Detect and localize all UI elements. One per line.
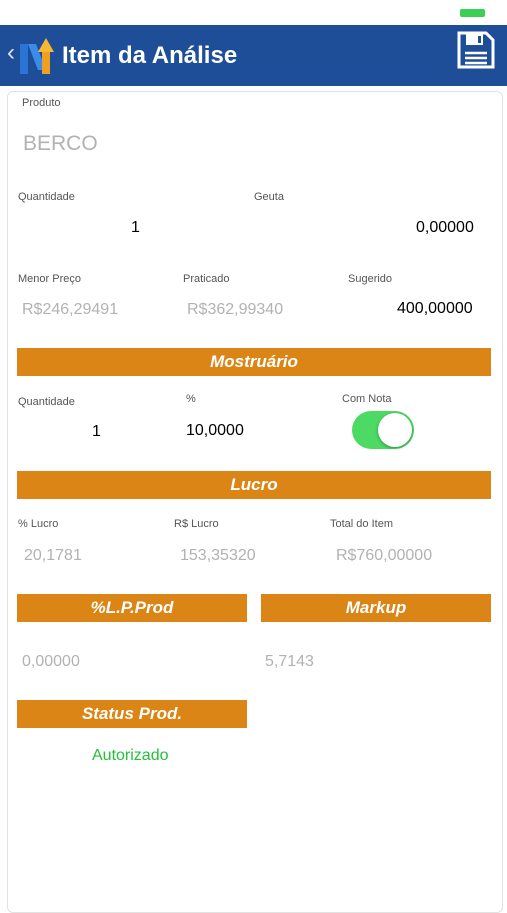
pct-lucro-label: % Lucro bbox=[18, 518, 59, 530]
sugerido-field[interactable]: 400,00000 bbox=[397, 299, 473, 319]
markup-value: 5,7143 bbox=[265, 653, 314, 670]
floppy-disk-icon[interactable] bbox=[456, 30, 496, 70]
lp-prod-value: 0,00000 bbox=[22, 653, 80, 670]
pct-lucro-value: 20,1781 bbox=[24, 547, 82, 564]
rs-lucro-label: R$ Lucro bbox=[174, 518, 219, 530]
rs-lucro-value: 153,35320 bbox=[180, 547, 256, 564]
status-header: Status Prod. bbox=[17, 700, 247, 728]
status-bar bbox=[0, 0, 507, 25]
mostruario-header: Mostruário bbox=[17, 348, 491, 376]
markup-header: Markup bbox=[261, 594, 491, 622]
praticado-value: R$362,99340 bbox=[187, 301, 284, 318]
lucro-header: Lucro bbox=[17, 471, 491, 499]
total-item-label: Total do Item bbox=[330, 518, 393, 530]
mostruario-quantidade-field[interactable]: 1 bbox=[92, 422, 101, 442]
percent-field[interactable]: 10,0000 bbox=[186, 421, 244, 441]
menor-preco-label: Menor Preço bbox=[18, 273, 81, 285]
lp-prod-header: %L.P.Prod bbox=[17, 594, 247, 622]
nav-bar: ‹ Item da Análise bbox=[0, 25, 507, 86]
quantidade-label: Quantidade bbox=[18, 191, 75, 203]
produto-field[interactable]: BERCO bbox=[23, 131, 98, 157]
com-nota-label: Com Nota bbox=[342, 393, 392, 405]
com-nota-toggle[interactable] bbox=[352, 411, 414, 449]
toggle-knob bbox=[378, 413, 412, 447]
quantidade-field[interactable]: 1 bbox=[131, 218, 140, 238]
praticado-label: Praticado bbox=[183, 273, 230, 285]
app-logo-icon bbox=[20, 38, 54, 74]
page-title: Item da Análise bbox=[62, 42, 238, 69]
status-badge: Autorizado bbox=[92, 747, 169, 764]
geuta-field[interactable]: 0,00000 bbox=[416, 218, 474, 238]
sugerido-label: Sugerido bbox=[348, 273, 393, 285]
percent-label: % bbox=[186, 393, 196, 405]
mostruario-quantidade-label: Quantidade bbox=[18, 396, 75, 408]
chevron-left-icon[interactable]: ‹ bbox=[7, 39, 15, 67]
menor-preco-value: R$246,29491 bbox=[22, 301, 119, 318]
battery-icon bbox=[460, 9, 485, 17]
produto-label: Produto bbox=[22, 97, 61, 109]
total-item-value: R$760,00000 bbox=[336, 547, 433, 564]
form-card bbox=[7, 91, 503, 913]
geuta-label: Geuta bbox=[254, 191, 284, 203]
